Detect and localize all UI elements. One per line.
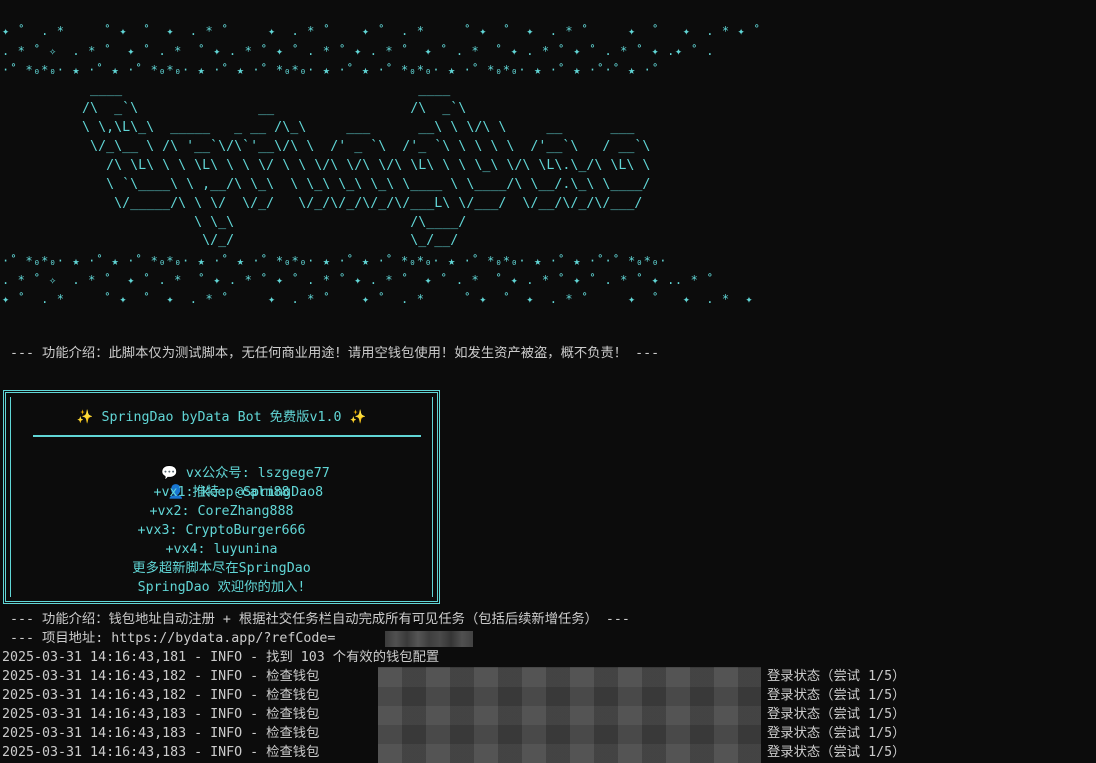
log-line: 2025-03-31 14:16:43,182 - INFO - 检查钱包 [2,688,328,703]
vx3-line: +vx3: CryptoBurger666 [137,523,306,538]
log-line-status: 登录状态（尝试 1/5） [767,669,906,684]
star-decoration-row: ·˚ *₀*₀· ★ ·˚ ★ ·˚ *₀*₀· ★ ·˚ ★ ·˚ *₀*₀·… [2,63,660,77]
info-box-inner: ✨ SpringDao byData Bot 免费版v1.0 ✨ 💬 vx公众号… [10,397,433,597]
ascii-art-line: ____ ____ [2,82,451,97]
vx2-line: +vx2: CoreZhang888 [149,504,294,519]
star-decoration-row: ✦ ˚ . * ˚ ✦ ˚ ✦ . * ˚ ✦ . * ˚ ✦ ˚ . * ˚ … [2,292,754,306]
feature-description-line: --- 功能介绍：钱包地址自动注册 + 根据社交任务栏自动完成所有可见任务（包括… [2,612,630,627]
star-decoration-row: . * ˚ ✧ . * ˚ ✦ ˚ . * ˚ ✦ . * ˚ ✦ ˚ . * … [2,44,715,58]
log-line: 2025-03-31 14:16:43,181 - INFO - 找到 103 … [2,650,440,665]
vx4-line: +vx4: luyunina [165,542,278,557]
log-line-status: 登录状态（尝试 1/5） [767,688,906,703]
star-decoration-row: . * ˚ ✧ . * ˚ ✦ ˚ . * ˚ ✦ . * ˚ ✦ ˚ . * … [2,273,715,287]
sparkles-icon: ✨ [76,410,94,425]
info-box-divider [33,435,421,437]
ascii-art-line: /\ _`\ __ /\ _`\ [2,101,467,116]
sparkles-icon: ✨ [349,410,367,425]
more-scripts-line: 更多超新脚本尽在SpringDao [132,561,311,576]
log-line: 2025-03-31 14:16:43,183 - INFO - 检查钱包 [2,726,328,741]
ascii-art-line: \ \_\ /\____/ [2,215,467,230]
log-line-status: 登录状态（尝试 1/5） [767,745,906,760]
ascii-art-line: /\ \L\ \ \ \L\ \ \ \/ \ \ \/\ \/\ \/\ \L… [2,158,651,173]
log-line: 2025-03-31 14:16:43,182 - INFO - 检查钱包 [2,669,328,684]
log-line-status: 登录状态（尝试 1/5） [767,726,906,741]
log-line-status: 登录状态（尝试 1/5） [767,707,906,722]
welcome-line: SpringDao 欢迎你的加入! [137,580,306,595]
ascii-art-line: \/_____/\ \ \/ \/_/ \/_/\/_/\/_/\/___L\ … [2,196,643,211]
star-decoration-row: ✦ ˚ . * ˚ ✦ ˚ ✦ . * ˚ ✦ . * ˚ ✦ ˚ . * ˚ … [2,24,761,38]
log-line: 2025-03-31 14:16:43,183 - INFO - 检查钱包 [2,707,328,722]
redacted-ref-code [385,631,473,647]
star-decoration-row: ·˚ *₀*₀· ★ ·˚ ★ ·˚ *₀*₀· ★ ·˚ ★ ·˚ *₀*₀·… [2,254,668,268]
project-url-line: --- 项目地址: https://bydata.app/?refCode= [2,631,336,646]
ascii-art-line: \/_\__ \ /\ '__`\/\`'__\/\ \ /' _ `\ /'_… [2,139,651,154]
intro-disclaimer-line: --- 功能介绍：此脚本仅为测试脚本，无任何商业用途！请用空钱包使用！如发生资产… [2,346,660,361]
redacted-wallet-addresses [378,667,761,763]
log-line: 2025-03-31 14:16:43,183 - INFO - 检查钱包 [2,745,328,760]
info-box-title-text: SpringDao byData Bot 免费版v1.0 [93,410,350,425]
ascii-art-line: \ `\____\ \ ,__/\ \_\ \ \_\ \_\ \_\ \___… [2,177,651,192]
ascii-art-line: \/_/ \_/__/ [2,233,459,248]
info-box: ✨ SpringDao byData Bot 免费版v1.0 ✨ 💬 vx公众号… [3,390,440,604]
vx1-line: +vx1: keep-calm88 [153,485,290,500]
ascii-art-line: \ \,\L\_\ _____ _ __ /\_\ ___ __\ \ \/\ … [2,120,635,135]
info-box-title: ✨ SpringDao byData Bot 免费版v1.0 ✨ [11,408,432,427]
